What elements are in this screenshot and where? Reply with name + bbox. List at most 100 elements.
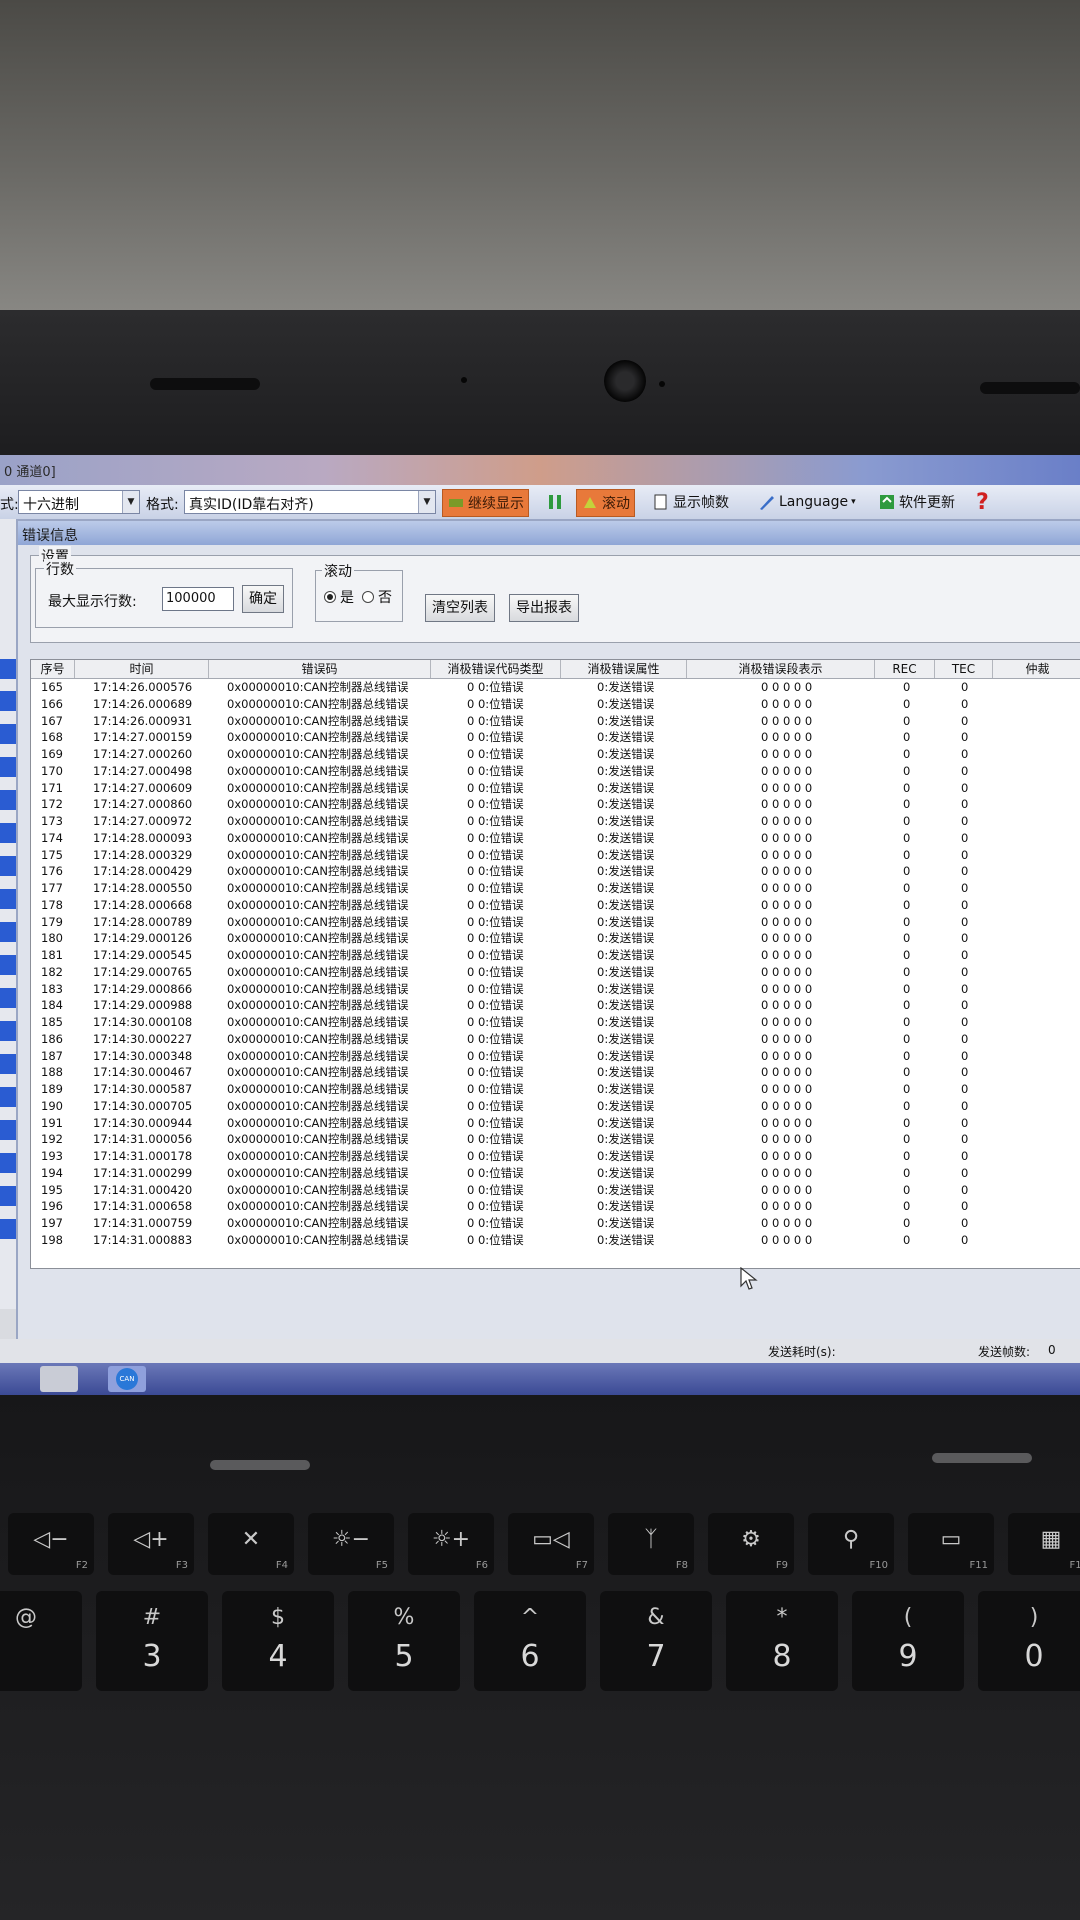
left-row[interactable] (0, 922, 16, 942)
key-f5[interactable]: ☼− F5 (308, 1513, 394, 1575)
table-row[interactable]: 171 17:14:27.000609 0x00000010:CAN控制器总线错误 0… (31, 780, 1080, 797)
table-row[interactable]: 176 17:14:28.000429 0x00000010:CAN控制器总线错误 0… (31, 863, 1080, 880)
col-header-no[interactable]: 序号 (31, 660, 75, 678)
col-header-arb[interactable]: 仲裁 (993, 660, 1080, 678)
table-row[interactable]: 193 17:14:31.000178 0x00000010:CAN控制器总线错误 0… (31, 1148, 1080, 1165)
taskbar-file-icon[interactable] (40, 1366, 78, 1392)
help-icon[interactable]: ? (976, 489, 989, 515)
table-row[interactable]: 182 17:14:29.000765 0x00000010:CAN控制器总线错误 0… (31, 964, 1080, 981)
table-row[interactable]: 189 17:14:30.000587 0x00000010:CAN控制器总线错误 0… (31, 1081, 1080, 1098)
key-number[interactable]: (9 (852, 1591, 964, 1691)
table-row[interactable]: 166 17:14:26.000689 0x00000010:CAN控制器总线错误 0… (31, 696, 1080, 713)
clear-list-button[interactable]: 清空列表 (425, 594, 495, 622)
scroll-no-radio[interactable] (362, 591, 374, 603)
table-row[interactable]: 191 17:14:30.000944 0x00000010:CAN控制器总线错误 0… (31, 1115, 1080, 1132)
col-header-seg[interactable]: 消极错误段表示 (687, 660, 875, 678)
software-update-button[interactable]: 软件更新 (878, 489, 955, 515)
key-number[interactable]: $4 (222, 1591, 334, 1691)
table-row[interactable]: 168 17:14:27.000159 0x00000010:CAN控制器总线错误 0… (31, 729, 1080, 746)
left-row[interactable] (0, 1153, 16, 1173)
table-row[interactable]: 183 17:14:29.000866 0x00000010:CAN控制器总线错误 0… (31, 981, 1080, 998)
auto-scroll-button[interactable]: 滚动 (576, 489, 635, 517)
table-row[interactable]: 169 17:14:27.000260 0x00000010:CAN控制器总线错误 0… (31, 746, 1080, 763)
table-row[interactable]: 196 17:14:31.000658 0x00000010:CAN控制器总线错误 0… (31, 1198, 1080, 1215)
left-row[interactable] (0, 724, 16, 744)
left-row[interactable] (0, 1021, 16, 1041)
key-f6[interactable]: ☼+ F6 (408, 1513, 494, 1575)
taskbar-can-app[interactable]: CAN (108, 1366, 146, 1392)
table-row[interactable]: 198 17:14:31.000883 0x00000010:CAN控制器总线错误 0… (31, 1232, 1080, 1249)
key-f3[interactable]: ◁+ F3 (108, 1513, 194, 1575)
table-row[interactable]: 170 17:14:27.000498 0x00000010:CAN控制器总线错误 0… (31, 763, 1080, 780)
display-format-select[interactable]: 十六进制 ▼ (18, 490, 140, 514)
table-row[interactable]: 184 17:14:29.000988 0x00000010:CAN控制器总线错误 0… (31, 997, 1080, 1014)
table-row[interactable]: 174 17:14:28.000093 0x00000010:CAN控制器总线错误 0… (31, 830, 1080, 847)
table-row[interactable]: 178 17:14:28.000668 0x00000010:CAN控制器总线错误 0… (31, 897, 1080, 914)
left-row[interactable] (0, 691, 16, 711)
max-rows-input[interactable]: 100000 (162, 587, 234, 611)
table-row[interactable]: 175 17:14:28.000329 0x00000010:CAN控制器总线错误 0… (31, 847, 1080, 864)
key-f2[interactable]: ◁− F2 (8, 1513, 94, 1575)
key-f7[interactable]: ▭◁ F7 (508, 1513, 594, 1575)
key-f4[interactable]: ✕ F4 (208, 1513, 294, 1575)
col-header-type[interactable]: 消极错误代码类型 (431, 660, 561, 678)
left-row[interactable] (0, 823, 16, 843)
col-header-time[interactable]: 时间 (75, 660, 209, 678)
key-number[interactable]: ) 0 (978, 1591, 1080, 1691)
pause-button[interactable] (546, 489, 564, 515)
table-row[interactable]: 188 17:14:30.000467 0x00000010:CAN控制器总线错误 0… (31, 1064, 1080, 1081)
table-row[interactable]: 194 17:14:31.000299 0x00000010:CAN控制器总线错误 0… (31, 1165, 1080, 1182)
key-number[interactable]: & 7 (600, 1591, 712, 1691)
left-row[interactable] (0, 955, 16, 975)
left-row[interactable] (0, 790, 16, 810)
left-row[interactable] (0, 1219, 16, 1239)
key-number[interactable]: % 5 (348, 1591, 460, 1691)
confirm-button[interactable]: 确定 (242, 585, 284, 613)
left-row[interactable] (0, 1087, 16, 1107)
scroll-yes-radio[interactable] (324, 591, 336, 603)
col-header-attr[interactable]: 消极错误属性 (561, 660, 687, 678)
language-menu[interactable]: Language ▾ (758, 489, 856, 515)
left-row[interactable] (0, 1120, 16, 1140)
table-row[interactable]: 167 17:14:26.000931 0x00000010:CAN控制器总线错误 0… (31, 713, 1080, 730)
col-header-tec[interactable]: TEC (935, 660, 993, 678)
key-f10[interactable]: ⚲ F10 (808, 1513, 894, 1575)
left-row[interactable] (0, 1054, 16, 1074)
key-f12[interactable]: ▦ F12 (1008, 1513, 1080, 1575)
table-row[interactable]: 195 17:14:31.000420 0x00000010:CAN控制器总线错误 0… (31, 1182, 1080, 1199)
key-f9[interactable]: ⚙ F9 (708, 1513, 794, 1575)
key-f11[interactable]: ▭ F11 (908, 1513, 994, 1575)
chevron-down-icon[interactable]: ▼ (418, 491, 435, 513)
table-row[interactable]: 192 17:14:31.000056 0x00000010:CAN控制器总线错误 0… (31, 1131, 1080, 1148)
table-row[interactable]: 186 17:14:30.000227 0x00000010:CAN控制器总线错误 0… (31, 1031, 1080, 1048)
table-row[interactable]: 185 17:14:30.000108 0x00000010:CAN控制器总线错误 0… (31, 1014, 1080, 1031)
key-number[interactable]: ^ 6 (474, 1591, 586, 1691)
table-row[interactable]: 180 17:14:29.000126 0x00000010:CAN控制器总线错误 0… (31, 930, 1080, 947)
key-number[interactable]: * 8 (726, 1591, 838, 1691)
table-row[interactable]: 179 17:14:28.000789 0x00000010:CAN控制器总线错误 0… (31, 914, 1080, 931)
continue-display-button[interactable]: 继续显示 (442, 489, 529, 517)
table-row[interactable]: 172 17:14:27.000860 0x00000010:CAN控制器总线错误 0… (31, 796, 1080, 813)
export-report-button[interactable]: 导出报表 (509, 594, 579, 622)
key-number[interactable]: @ (0, 1591, 82, 1691)
show-frames-button[interactable]: 显示帧数 (652, 489, 729, 515)
left-row[interactable] (0, 757, 16, 777)
key-number[interactable]: #3 (96, 1591, 208, 1691)
left-row[interactable] (0, 1186, 16, 1206)
left-row[interactable] (0, 856, 16, 876)
left-row[interactable] (0, 889, 16, 909)
table-row[interactable]: 177 17:14:28.000550 0x00000010:CAN控制器总线错误 0… (31, 880, 1080, 897)
key-f8[interactable]: ᛉ F8 (608, 1513, 694, 1575)
left-row[interactable] (0, 988, 16, 1008)
left-row[interactable] (0, 659, 16, 679)
col-header-rec[interactable]: REC (875, 660, 935, 678)
col-header-code[interactable]: 错误码 (209, 660, 431, 678)
table-row[interactable]: 187 17:14:30.000348 0x00000010:CAN控制器总线错误 0… (31, 1048, 1080, 1065)
table-row[interactable]: 197 17:14:31.000759 0x00000010:CAN控制器总线错误 0… (31, 1215, 1080, 1232)
chevron-down-icon[interactable]: ▼ (122, 491, 139, 513)
id-format-select[interactable]: 真实ID(ID靠右对齐) ▼ (184, 490, 436, 514)
table-row[interactable]: 190 17:14:30.000705 0x00000010:CAN控制器总线错误 0… (31, 1098, 1080, 1115)
table-row[interactable]: 165 17:14:26.000576 0x00000010:CAN控制器总线错误 0… (31, 679, 1080, 696)
table-row[interactable]: 173 17:14:27.000972 0x00000010:CAN控制器总线错误 0… (31, 813, 1080, 830)
table-row[interactable]: 181 17:14:29.000545 0x00000010:CAN控制器总线错误 0… (31, 947, 1080, 964)
